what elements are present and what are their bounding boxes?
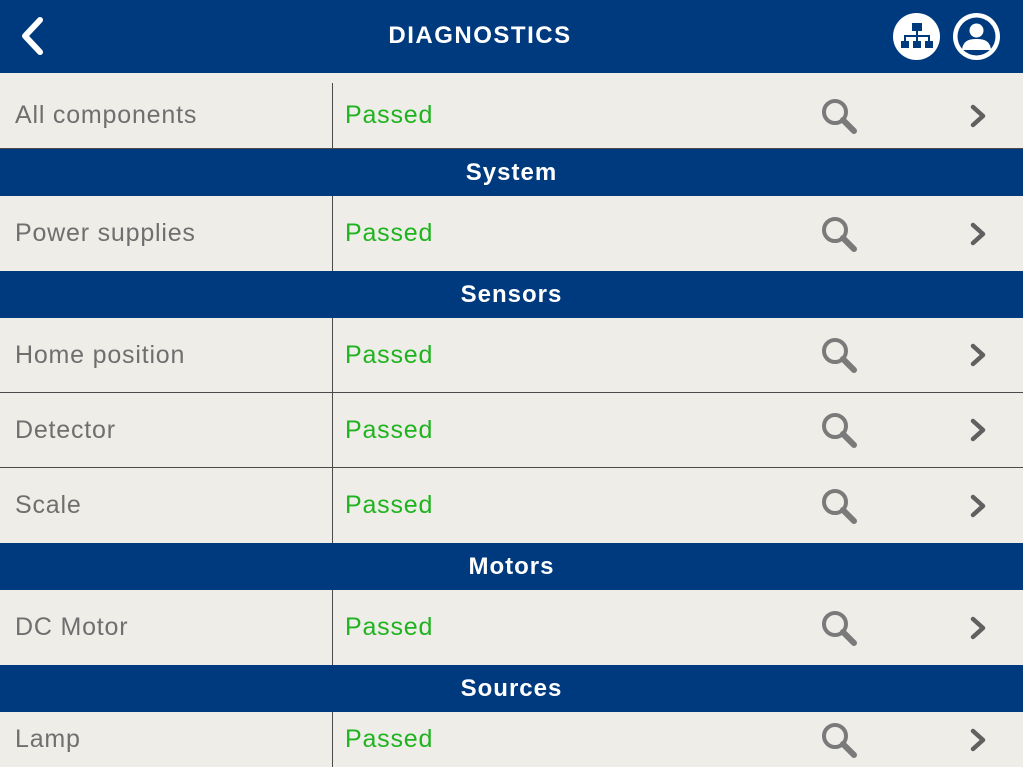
search-icon[interactable] [820,411,858,449]
diagnostic-row[interactable]: Detector Passed [0,393,1023,468]
chevron-right-icon[interactable] [966,221,990,247]
network-button[interactable] [893,13,940,60]
column-divider [332,318,333,392]
chevron-left-icon [22,17,43,55]
back-button[interactable] [12,14,52,58]
component-name: DC Motor [15,613,129,641]
column-divider [332,393,333,467]
diagnostic-row[interactable]: Scale Passed [0,468,1023,543]
diagnostic-row[interactable]: Home position Passed [0,318,1023,393]
status-label: Passed [345,101,434,129]
user-button[interactable] [953,13,1000,60]
component-name: Scale [15,491,82,519]
search-icon[interactable] [820,721,858,759]
search-icon[interactable] [820,97,858,135]
chevron-right-icon[interactable] [966,417,990,443]
user-icon [957,17,996,56]
chevron-right-icon[interactable] [966,342,990,368]
search-icon[interactable] [820,609,858,647]
column-divider [332,196,333,271]
section-header: Sensors [0,271,1023,318]
chevron-right-icon[interactable] [966,493,990,519]
status-label: Passed [345,613,434,641]
search-icon[interactable] [820,336,858,374]
search-icon[interactable] [820,215,858,253]
component-name: Detector [15,415,116,444]
section-header: Sources [0,665,1023,712]
status-label: Passed [345,415,434,444]
component-name: Home position [15,340,186,369]
component-name: Lamp [15,725,81,753]
page-title: DIAGNOSTICS [388,22,572,49]
diagnostic-row[interactable]: Lamp Passed [0,712,1023,767]
column-divider [332,590,333,665]
column-divider [332,468,333,543]
network-icon [900,22,933,48]
status-label: Passed [345,491,434,519]
search-icon[interactable] [820,487,858,525]
diagnostic-row[interactable]: Power supplies Passed [0,196,1023,271]
column-divider [332,712,333,767]
section-header: System [0,149,1023,196]
component-name: All components [15,101,198,129]
status-label: Passed [345,725,434,753]
chevron-right-icon[interactable] [966,103,990,129]
column-divider [332,83,333,148]
header-bar: DIAGNOSTICS [0,0,1023,73]
diagnostic-row[interactable]: All components Passed [0,83,1023,149]
component-name: Power supplies [15,219,196,247]
status-label: Passed [345,219,434,247]
chevron-right-icon[interactable] [966,615,990,641]
section-header: Motors [0,543,1023,590]
diagnostic-row[interactable]: DC Motor Passed [0,590,1023,665]
status-label: Passed [345,340,434,369]
chevron-right-icon[interactable] [966,727,990,753]
